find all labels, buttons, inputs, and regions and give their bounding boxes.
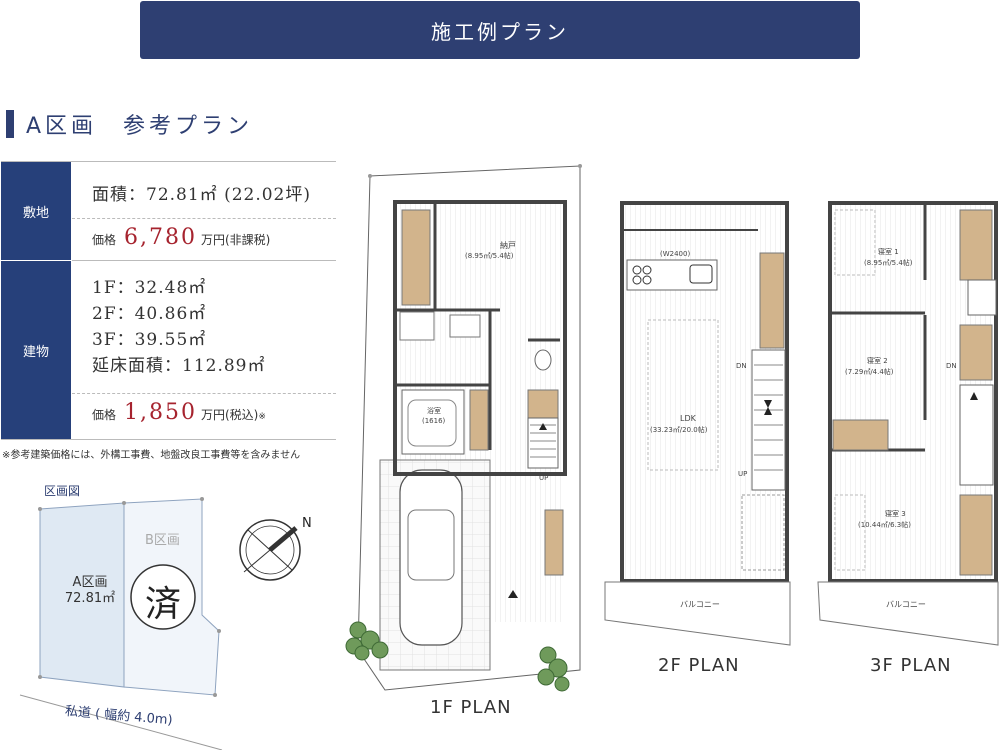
1f-storage-label: 納戸 <box>500 240 516 250</box>
land-label: 敷地 <box>22 205 49 221</box>
2f-ldk-label: LDK <box>680 414 697 423</box>
building-price-unit: 万円(税込) <box>201 408 259 422</box>
2f-balcony <box>604 581 791 646</box>
3f-balcony <box>817 581 999 646</box>
3f-room2-area: (7.29㎡/4.4帖) <box>845 367 894 376</box>
2f-dn-label: DN <box>736 362 747 370</box>
lot-a-name: A区画 <box>72 575 108 590</box>
land-price-unit: 万円(非課税) <box>201 233 271 247</box>
1f-up-label: UP <box>539 474 548 482</box>
land-price-row: 価格 6,780 万円(非課税) <box>72 219 336 261</box>
floor-areas-row: 1F：32.48㎡ 2F：40.86㎡ 3F：39.55㎡ 延床面積：112.8… <box>72 261 336 394</box>
lot-b-name: B区画 <box>145 533 180 548</box>
plan-1f <box>345 164 582 692</box>
2f-up-label: UP <box>738 470 747 478</box>
building-label-cell: 建物 <box>1 261 71 439</box>
2f-ldk-area: (33.23㎡/20.0帖) <box>650 425 708 434</box>
floor-1-area: 1F：32.48㎡ <box>92 278 207 298</box>
3f-balcony-label: バルコニー <box>886 600 926 609</box>
1f-bath-label: 浴室 <box>427 406 441 415</box>
building-price-label: 価格 <box>92 408 117 422</box>
building-price-row: 価格 1,850 万円(税込) ※ <box>72 394 336 439</box>
3f-room1-area: (8.95㎡/5.4帖) <box>864 258 913 267</box>
toilet-icon <box>534 349 552 371</box>
floor-3-area: 3F：39.55㎡ <box>92 330 207 350</box>
sold-stamp-text: 済 <box>145 584 182 625</box>
floor-areas: 1F：32.48㎡ 2F：40.86㎡ 3F：39.55㎡ 延床面積：112.8… <box>92 275 265 379</box>
land-area: 面積：72.81㎡ (22.02坪) <box>92 185 312 205</box>
3f-room1-label: 寝室 1 <box>878 247 899 256</box>
2f-plan-title: 2F PLAN <box>658 655 740 676</box>
page-banner: 施工例プラン <box>140 1 860 59</box>
building-price-value: 1,850 <box>124 400 197 425</box>
3f-room3-label: 寝室 3 <box>885 509 906 518</box>
plan-3f <box>817 201 999 646</box>
3f-room3-area: (10.44㎡/6.3帖) <box>858 520 911 529</box>
building-price-mark: ※ <box>258 412 266 422</box>
total-floor-area: 延床面積：112.89㎡ <box>92 356 266 376</box>
building-label: 建物 <box>22 344 49 360</box>
spec-table: 敷地 建物 面積：72.81㎡ (22.02坪) 価格 6,780 万円(非課税… <box>1 161 336 440</box>
1f-bath-size: (1616) <box>422 417 446 425</box>
3f-dn-label: DN <box>946 362 957 370</box>
compass-label: N <box>302 516 312 531</box>
land-price-value: 6,780 <box>124 225 197 250</box>
heading-title: A区画 参考プラン <box>26 114 254 139</box>
land-label-cell: 敷地 <box>1 162 71 260</box>
plan-2f <box>604 201 791 646</box>
land-price-label: 価格 <box>92 233 117 247</box>
1f-storage-area: (8.95㎡/5.4帖) <box>465 251 514 260</box>
car-icon <box>399 469 463 646</box>
3f-plan-title: 3F PLAN <box>870 655 952 676</box>
land-price: 価格 6,780 万円(非課税) <box>92 225 270 250</box>
lot-a-label: A区画 72.81㎡ <box>60 575 120 607</box>
2f-stairs <box>751 349 786 491</box>
2f-kitchen-label: (W2400) <box>660 250 690 258</box>
3f-room2-label: 寝室 2 <box>867 356 888 365</box>
1f-plan-title: 1F PLAN <box>430 697 512 718</box>
banner-title: 施工例プラン <box>431 19 569 44</box>
price-note: ※参考建築価格には、外構工事費、地盤改良工事費等を含みません <box>2 450 301 461</box>
land-area-row: 面積：72.81㎡ (22.02坪) <box>72 162 336 219</box>
2f-balcony-label: バルコニー <box>680 600 720 609</box>
building-price: 価格 1,850 万円(税込) ※ <box>92 400 266 425</box>
heading-accent-bar <box>6 110 14 138</box>
section-heading: A区画 参考プラン <box>6 108 253 140</box>
lot-a-area: 72.81㎡ <box>64 591 116 606</box>
floor-2-area: 2F：40.86㎡ <box>92 304 207 324</box>
